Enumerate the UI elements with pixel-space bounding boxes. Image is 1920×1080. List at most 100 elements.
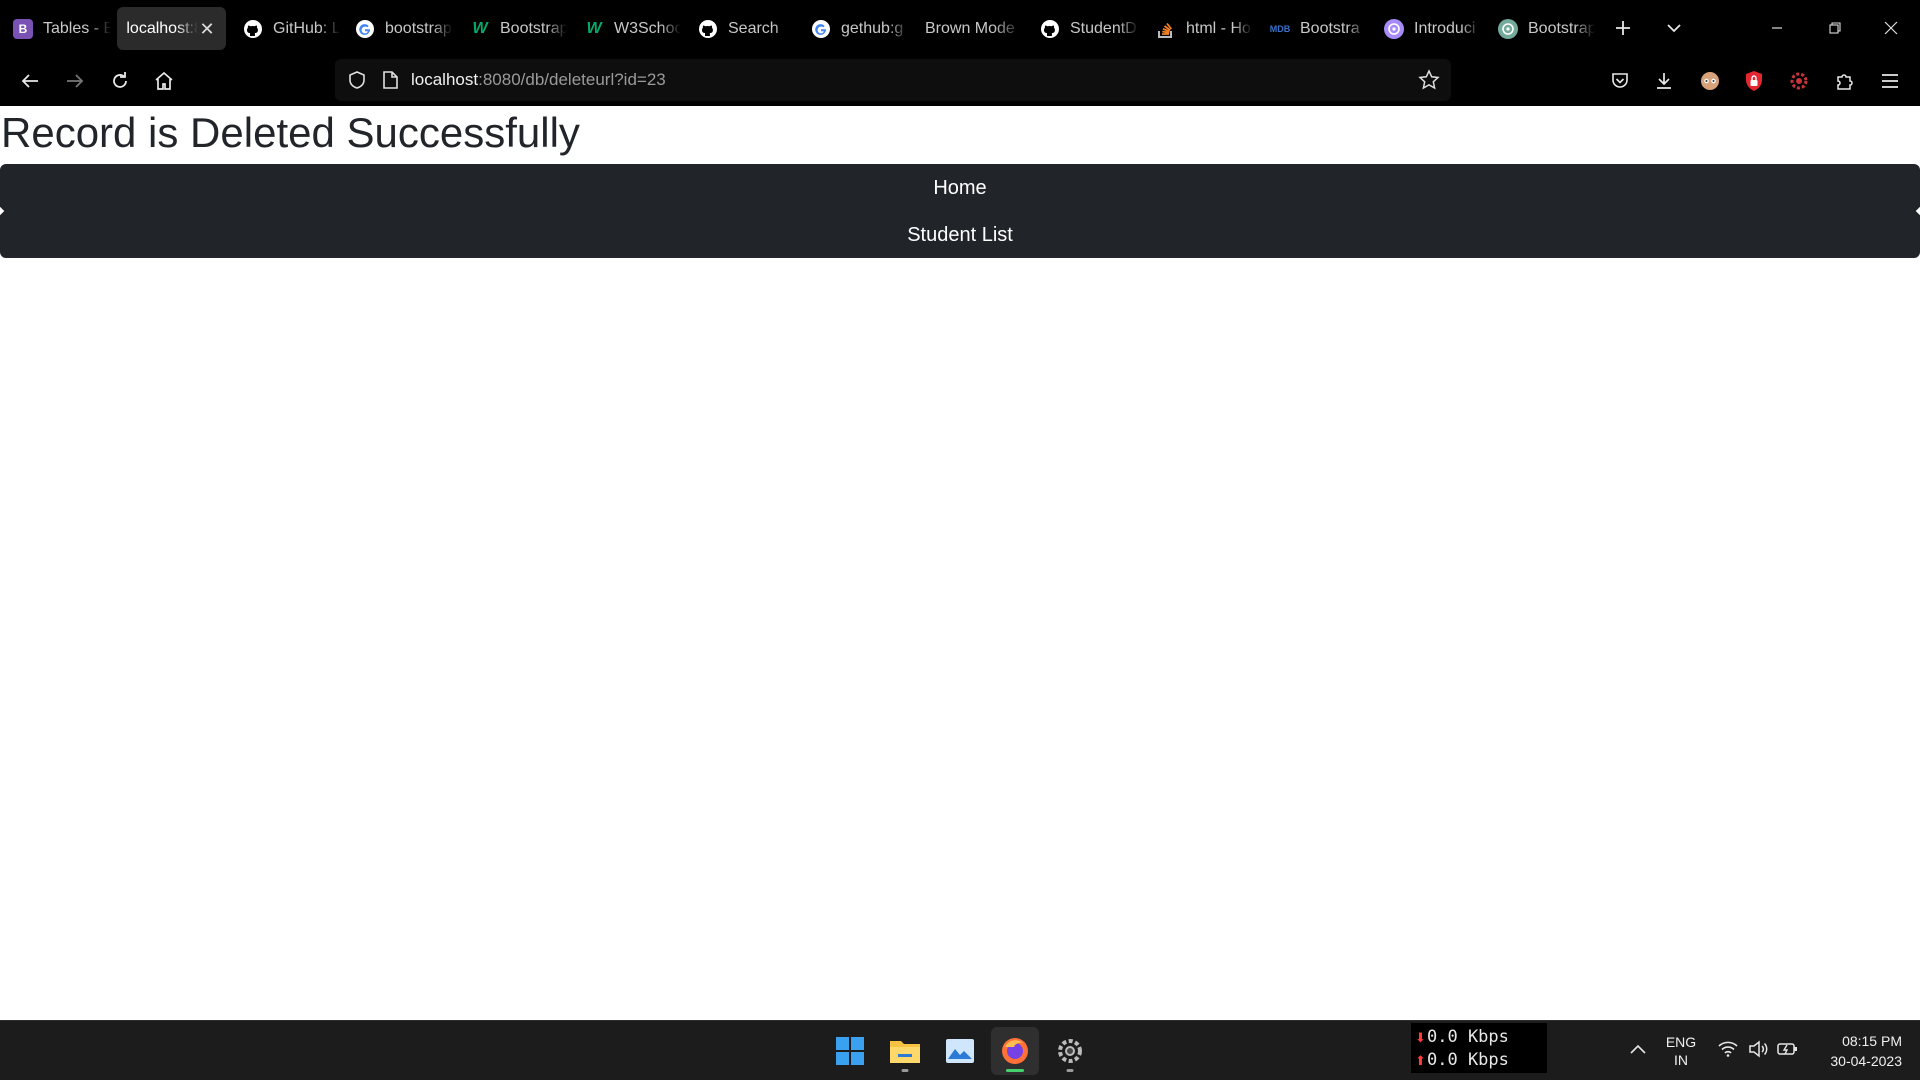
browser-tab[interactable]: Search: [687, 7, 794, 50]
navbar-right-marker: [1915, 206, 1920, 216]
tab-title: Brown Mode: [925, 19, 1015, 37]
minimize-button[interactable]: [1754, 8, 1800, 48]
back-button[interactable]: [12, 63, 48, 99]
google-icon: [811, 19, 831, 39]
windows-logo-icon: [836, 1037, 864, 1065]
downloads-button[interactable]: [1646, 63, 1682, 99]
battery-icon[interactable]: [1776, 1037, 1800, 1061]
browser-tab[interactable]: MDB Bootstra: [1259, 7, 1367, 50]
browser-tab[interactable]: Brown Mode: [915, 7, 1023, 50]
bookmark-star-icon[interactable]: [1417, 68, 1441, 92]
tab-title: gethub:g: [841, 19, 904, 37]
start-button[interactable]: [826, 1027, 874, 1075]
home-link[interactable]: Home: [933, 177, 986, 199]
adblock-extension-button[interactable]: [1736, 63, 1772, 99]
reload-icon: [113, 72, 127, 88]
home-icon: [155, 71, 173, 90]
tab-title: Search: [728, 19, 779, 37]
account-avatar-button[interactable]: [1692, 63, 1728, 99]
firefox-button[interactable]: [991, 1027, 1039, 1075]
input-language-indicator[interactable]: ENG IN: [1662, 1033, 1700, 1069]
hamburger-icon: [1882, 74, 1898, 88]
github-icon: [1040, 19, 1060, 39]
file-explorer-button[interactable]: [881, 1027, 929, 1075]
folder-icon: [890, 1041, 920, 1063]
home-button[interactable]: [146, 63, 182, 99]
firefox-icon: [1002, 1038, 1028, 1064]
new-tab-button[interactable]: [1607, 12, 1639, 44]
network-speed-widget: ⬇ 0.0 Kbps ⬆ 0.0 Kbps: [1411, 1023, 1547, 1073]
browser-tab[interactable]: html - Ho: [1145, 7, 1253, 50]
forward-button[interactable]: [57, 63, 93, 99]
browser-tab[interactable]: B Tables - B: [2, 7, 111, 50]
tab-title: Bootstra: [1300, 19, 1360, 37]
tab-title: StudentD: [1070, 19, 1137, 37]
browser-tab[interactable]: W Bootstrap: [459, 7, 567, 50]
minimize-icon: [1772, 27, 1782, 29]
github-icon: [243, 19, 263, 39]
tab-title: localhost:8: [126, 19, 198, 37]
download-arrow-icon: ⬇: [1415, 1031, 1426, 1046]
menu-button[interactable]: [1872, 63, 1908, 99]
list-all-tabs-button[interactable]: [1658, 12, 1690, 44]
tab-title: bootstrap: [385, 19, 452, 37]
page-info-icon[interactable]: [378, 68, 402, 92]
net-up-speed: 0.0 Kbps: [1427, 1050, 1509, 1070]
settings-app-button[interactable]: [1046, 1027, 1094, 1075]
reload-button[interactable]: [102, 63, 138, 99]
windows-taskbar: ⬇ 0.0 Kbps ⬆ 0.0 Kbps ENG IN 08:15 PM 30…: [0, 1020, 1920, 1080]
browser-tab[interactable]: W W3Schoo: [573, 7, 681, 50]
restore-button[interactable]: [1812, 8, 1858, 48]
navbar-left-marker: [0, 206, 5, 216]
github-icon: [698, 19, 718, 39]
tab-strip: B Tables - B localhost:8 ✕ GitHub: L bootstra…: [0, 0, 1920, 55]
download-icon: [1657, 73, 1671, 89]
close-tab-icon[interactable]: ✕: [198, 20, 216, 38]
active-indicator: [1006, 1069, 1024, 1072]
browser-tab[interactable]: GitHub: L: [232, 7, 340, 50]
browser-tab[interactable]: localhost:8 ✕: [117, 7, 226, 50]
url-text[interactable]: localhost:8080/db/deleteurl?id=23: [411, 70, 666, 90]
photos-app-button[interactable]: [936, 1027, 984, 1075]
clock-date: 30-04-2023: [1830, 1053, 1902, 1069]
puzzle-icon: [1837, 74, 1853, 90]
url-bar[interactable]: localhost:8080/db/deleteurl?id=23: [335, 59, 1451, 101]
shield-icon[interactable]: [345, 68, 369, 92]
close-icon: [1884, 21, 1898, 35]
wifi-icon[interactable]: [1716, 1037, 1740, 1061]
red-shield-lock-icon: [1746, 71, 1762, 91]
pocket-icon: [1612, 73, 1628, 88]
system-clock[interactable]: 08:15 PM 30-04-2023: [1808, 1031, 1902, 1071]
browser-tab[interactable]: StudentD: [1029, 7, 1139, 50]
extensions-button[interactable]: [1827, 63, 1863, 99]
w3schools-icon: W: [586, 19, 602, 37]
browser-tab[interactable]: gethub:g: [800, 7, 909, 50]
volume-icon[interactable]: [1746, 1037, 1770, 1061]
show-hidden-icons-button[interactable]: [1624, 1035, 1652, 1063]
avatar-icon: [1701, 72, 1719, 90]
tab-title: Tables - B: [43, 19, 111, 37]
chevron-up-icon: [1630, 1044, 1646, 1054]
nav-item-home: Home: [0, 176, 1920, 200]
settings-extension-button[interactable]: [1781, 63, 1817, 99]
page-content: Record is Deleted Successfully Home Stud…: [0, 106, 1920, 1020]
close-window-button[interactable]: [1868, 8, 1914, 48]
browser-tab[interactable]: Bootstrap: [1487, 7, 1595, 50]
tab-title: W3Schoo: [614, 19, 681, 37]
tab-title: GitHub: L: [273, 19, 340, 37]
tab-title: html - Ho: [1186, 19, 1251, 37]
settings-gear-icon: [1058, 1039, 1082, 1063]
upload-arrow-icon: ⬆: [1415, 1054, 1426, 1069]
browser-tab[interactable]: bootstrap: [344, 7, 453, 50]
navigation-toolbar: localhost:8080/db/deleteurl?id=23: [0, 55, 1920, 106]
student-list-link[interactable]: Student List: [907, 224, 1013, 246]
browser-tab[interactable]: Introduci: [1373, 7, 1481, 50]
restore-icon: [1829, 22, 1841, 34]
pocket-button[interactable]: [1602, 63, 1638, 99]
running-indicator: [1066, 1069, 1074, 1072]
chevron-down-icon: [1667, 24, 1681, 33]
w3schools-icon: W: [472, 19, 488, 37]
arrow-right-icon: [67, 74, 84, 88]
google-icon: [355, 19, 375, 39]
tab-title: Bootstrap: [1528, 19, 1595, 37]
